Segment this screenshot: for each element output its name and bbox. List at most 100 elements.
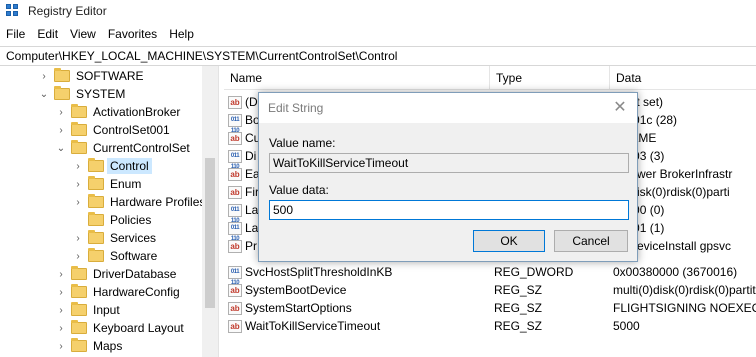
chevron-right-icon[interactable]: › [55,124,67,136]
folder-icon [88,158,104,172]
chevron-right-icon[interactable]: › [55,268,67,280]
folder-icon [71,140,87,154]
tree-node-label: ActivationBroker [93,105,181,119]
column-header-data[interactable]: Data [610,66,756,90]
tree-node-maps[interactable]: › Maps [55,337,122,355]
tree-node-label: Software [110,249,158,263]
tree-scrollbar[interactable] [202,66,218,357]
tree-node-control[interactable]: › Control [72,157,152,175]
value-name-label: Value name: [269,136,336,150]
chevron-right-icon[interactable]: › [72,250,84,262]
menu-bar: File Edit View Favorites Help [0,24,200,44]
chevron-right-icon[interactable]: › [72,196,84,208]
folder-icon [71,284,87,298]
value-name-field: WaitToKillServiceTimeout [269,153,629,173]
key-tree: › SOFTWARE ⌄ SYSTEM › ActivationBroker ›… [0,66,218,357]
ok-button[interactable]: OK [473,230,545,252]
menu-favorites[interactable]: Favorites [102,27,163,41]
address-bar[interactable]: Computer\HKEY_LOCAL_MACHINE\SYSTEM\Curre… [0,46,756,66]
menu-help[interactable]: Help [163,27,200,41]
tree-node-label: Control [107,158,152,174]
value-type: REG_SZ [494,283,543,297]
folder-icon [54,68,70,82]
string-value-icon: ab [228,131,242,145]
tree-node-enum[interactable]: › Enum [72,175,141,193]
chevron-right-icon[interactable]: › [55,322,67,334]
value-data: 5000 [613,319,640,333]
tree-node-label: SOFTWARE [76,69,144,83]
tree-node-label: HardwareConfig [93,285,180,299]
tree-node-system[interactable]: ⌄ SYSTEM [38,85,125,103]
tree-node-label: Input [93,303,120,317]
title-bar: Registry Editor [0,0,756,22]
chevron-right-icon[interactable]: › [55,286,67,298]
folder-icon [88,212,104,226]
address-path: Computer\HKEY_LOCAL_MACHINE\SYSTEM\Curre… [6,49,398,63]
chevron-right-icon[interactable]: › [72,232,84,244]
tree-node-currentcontrolset[interactable]: ⌄ CurrentControlSet [55,139,190,157]
chevron-right-icon[interactable]: › [55,304,67,316]
list-row[interactable]: 011 110 SvcHostSplitThresholdInKB REG_DWOR… [224,263,756,286]
tree-node-input[interactable]: › Input [55,301,120,319]
value-data-input[interactable]: 500 [269,200,629,220]
tree-node-label: Services [110,231,157,245]
string-value-icon: ab [228,319,242,333]
tree-node-hardwareconfig[interactable]: › HardwareConfig [55,283,180,301]
tree-node-label: Enum [110,177,142,191]
value-name: La [245,221,259,235]
tree-node-label: Hardware Profiles [110,195,206,209]
value-type: REG_SZ [494,319,543,333]
chevron-right-icon[interactable]: › [72,178,84,190]
menu-edit[interactable]: Edit [31,27,64,41]
menu-view[interactable]: View [64,27,102,41]
value-data: multi(0)disk(0)rdisk(0)partit [613,283,756,297]
value-name: (D [245,95,258,109]
tree-node-software-sub[interactable]: › Software [72,247,157,265]
chevron-down-icon[interactable]: ⌄ [55,142,67,154]
list-row[interactable]: ab SystemStartOptions REG_SZ FLIGHTSIGNIN… [224,299,756,317]
column-header-name[interactable]: Name [224,66,490,90]
tree-node-services[interactable]: › Services [72,229,156,247]
tree-node-activationbroker[interactable]: › ActivationBroker [55,103,180,121]
tree-node-label: CurrentControlSet [93,141,190,155]
list-row[interactable]: ab WaitToKillServiceTimeout REG_SZ 5000 [224,317,756,335]
tree-node-software[interactable]: › SOFTWARE [38,67,144,85]
tree-node-hardware-profiles[interactable]: › Hardware Profiles [72,193,205,211]
tree-node-controlset001[interactable]: › ControlSet001 [55,121,170,139]
folder-icon [71,320,87,334]
chevron-right-icon[interactable]: › [72,160,84,172]
cancel-button[interactable]: Cancel [554,230,628,252]
value-type: REG_DWORD [494,265,574,279]
chevron-right-icon[interactable]: › [55,106,67,118]
column-header-type[interactable]: Type [490,66,610,90]
tree-node-label: Maps [93,339,123,353]
folder-icon [54,86,70,100]
tree-node-keyboard-layout[interactable]: › Keyboard Layout [55,319,184,337]
value-data-text: 500 [273,203,294,217]
string-value-icon: ab [228,301,242,315]
tree-scrollbar-thumb[interactable] [205,158,215,308]
value-name: Di [245,149,257,163]
string-value-icon: ab [228,167,242,181]
value-name: SystemBootDevice [245,283,347,297]
binary-value-icon: 011 110 [228,265,242,286]
list-row[interactable]: ab SystemBootDevice REG_SZ multi(0)disk(0… [224,281,756,299]
chevron-right-icon[interactable]: › [55,340,67,352]
value-name: WaitToKillServiceTimeout [245,319,381,333]
value-name: Fir [245,185,259,199]
tree-node-driverdatabase[interactable]: › DriverDatabase [55,265,176,283]
chevron-down-icon[interactable]: ⌄ [38,88,50,100]
value-data: FLIGHTSIGNING NOEXECU [613,301,756,315]
value-name: Pr [245,239,257,253]
close-icon[interactable]: ✕ [611,99,629,117]
tree-node-spacer [72,214,84,226]
tree-node-policies[interactable]: Policies [72,211,151,229]
value-data-label: Value data: [269,183,329,197]
folder-icon [88,194,104,208]
chevron-right-icon[interactable]: › [38,70,50,82]
value-name: SystemStartOptions [245,301,352,315]
menu-file[interactable]: File [0,27,31,41]
string-value-icon: ab [228,95,242,109]
tree-node-label: DriverDatabase [93,267,177,281]
value-data: 0x00380000 (3670016) [613,265,738,279]
